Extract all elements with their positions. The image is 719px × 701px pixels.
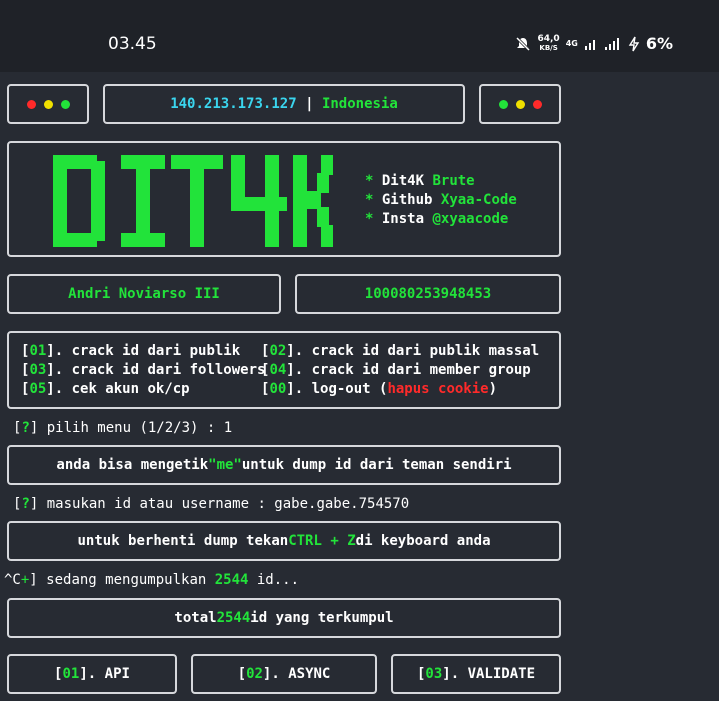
dot-yellow	[43, 99, 53, 109]
net-speed: 64,0 KB/S	[537, 33, 560, 52]
window-dots-left	[7, 84, 89, 124]
banner-box: * Dit4K Brute * Github Xyaa-Code * Insta…	[7, 141, 561, 257]
total-count: 2544	[216, 610, 251, 626]
account-name: Andri Noviarso III	[68, 286, 220, 302]
method-async-button[interactable]: [02]. ASYNC	[191, 654, 377, 694]
menu-item-05[interactable]: [05]. cek akun ok/cp	[21, 381, 190, 397]
menu-item-04[interactable]: [04]. crack id dari member group	[261, 362, 531, 378]
menu-prompt: [?] pilih menu (1/2/3) : 1	[13, 420, 233, 436]
stop-hint-box: untuk berhenti dump tekan CTRL + Z di ke…	[7, 521, 561, 561]
account-name-box: Andri Noviarso III	[7, 274, 281, 314]
ip-location-box: 140.213.173.127 | Indonesia	[103, 84, 465, 124]
total-box: total 2544 id yang terkumpul	[7, 598, 561, 638]
method-api-button[interactable]: [01]. API	[7, 654, 177, 694]
status-icons: 64,0 KB/S 4G 6%	[515, 34, 673, 53]
mute-icon	[516, 36, 531, 51]
signal-icon	[604, 37, 619, 50]
menu-item-01[interactable]: [01]. crack id dari publik	[21, 343, 240, 359]
method-validate-button[interactable]: [03]. VALIDATE	[391, 654, 561, 694]
account-id-box: 100080253948453	[295, 274, 561, 314]
info-tool: * Dit4K Brute	[365, 173, 475, 189]
battery-level: 6%	[645, 34, 673, 53]
menu-item-03[interactable]: [03]. crack id dari followers	[21, 362, 265, 378]
dot-green	[498, 99, 508, 109]
info-github: * Github Xyaa-Code	[365, 192, 517, 208]
logo-art	[53, 155, 333, 247]
country: Indonesia	[321, 96, 398, 112]
menu-item-02[interactable]: [02]. crack id dari publik massal	[261, 343, 539, 359]
logo	[47, 151, 337, 251]
dot-green	[60, 99, 70, 109]
signal-icon	[584, 39, 595, 50]
dot-red	[532, 99, 542, 109]
dump-hint-box: anda bisa mengetik "me" untuk dump id da…	[7, 445, 561, 485]
terminal-screen[interactable]: 140.213.173.127 | Indonesia * Dit4K Brut…	[0, 72, 719, 701]
dot-red	[26, 99, 36, 109]
ip-address: 140.213.173.127	[170, 96, 297, 112]
clock: 03.45	[108, 34, 157, 54]
collecting-status: ^C+] sedang mengumpulkan 2544 id...	[4, 572, 300, 588]
net-type: 4G	[565, 39, 578, 48]
menu-item-00[interactable]: [00]. log-out (hapus cookie)	[261, 381, 497, 397]
id-prompt[interactable]: [?] masukan id atau username : gabe.gabe…	[13, 496, 409, 512]
dot-yellow	[515, 99, 525, 109]
charging-icon	[628, 36, 640, 51]
banner-info: * Dit4K Brute * Github Xyaa-Code * Insta…	[365, 172, 517, 229]
window-dots-right	[479, 84, 561, 124]
menu-box: [01]. crack id dari publik [02]. crack i…	[7, 331, 561, 409]
account-id: 100080253948453	[364, 286, 492, 302]
status-bar: 03.45 64,0 KB/S 4G 6%	[0, 0, 719, 72]
info-insta: * Insta @xyaacode	[365, 211, 509, 227]
